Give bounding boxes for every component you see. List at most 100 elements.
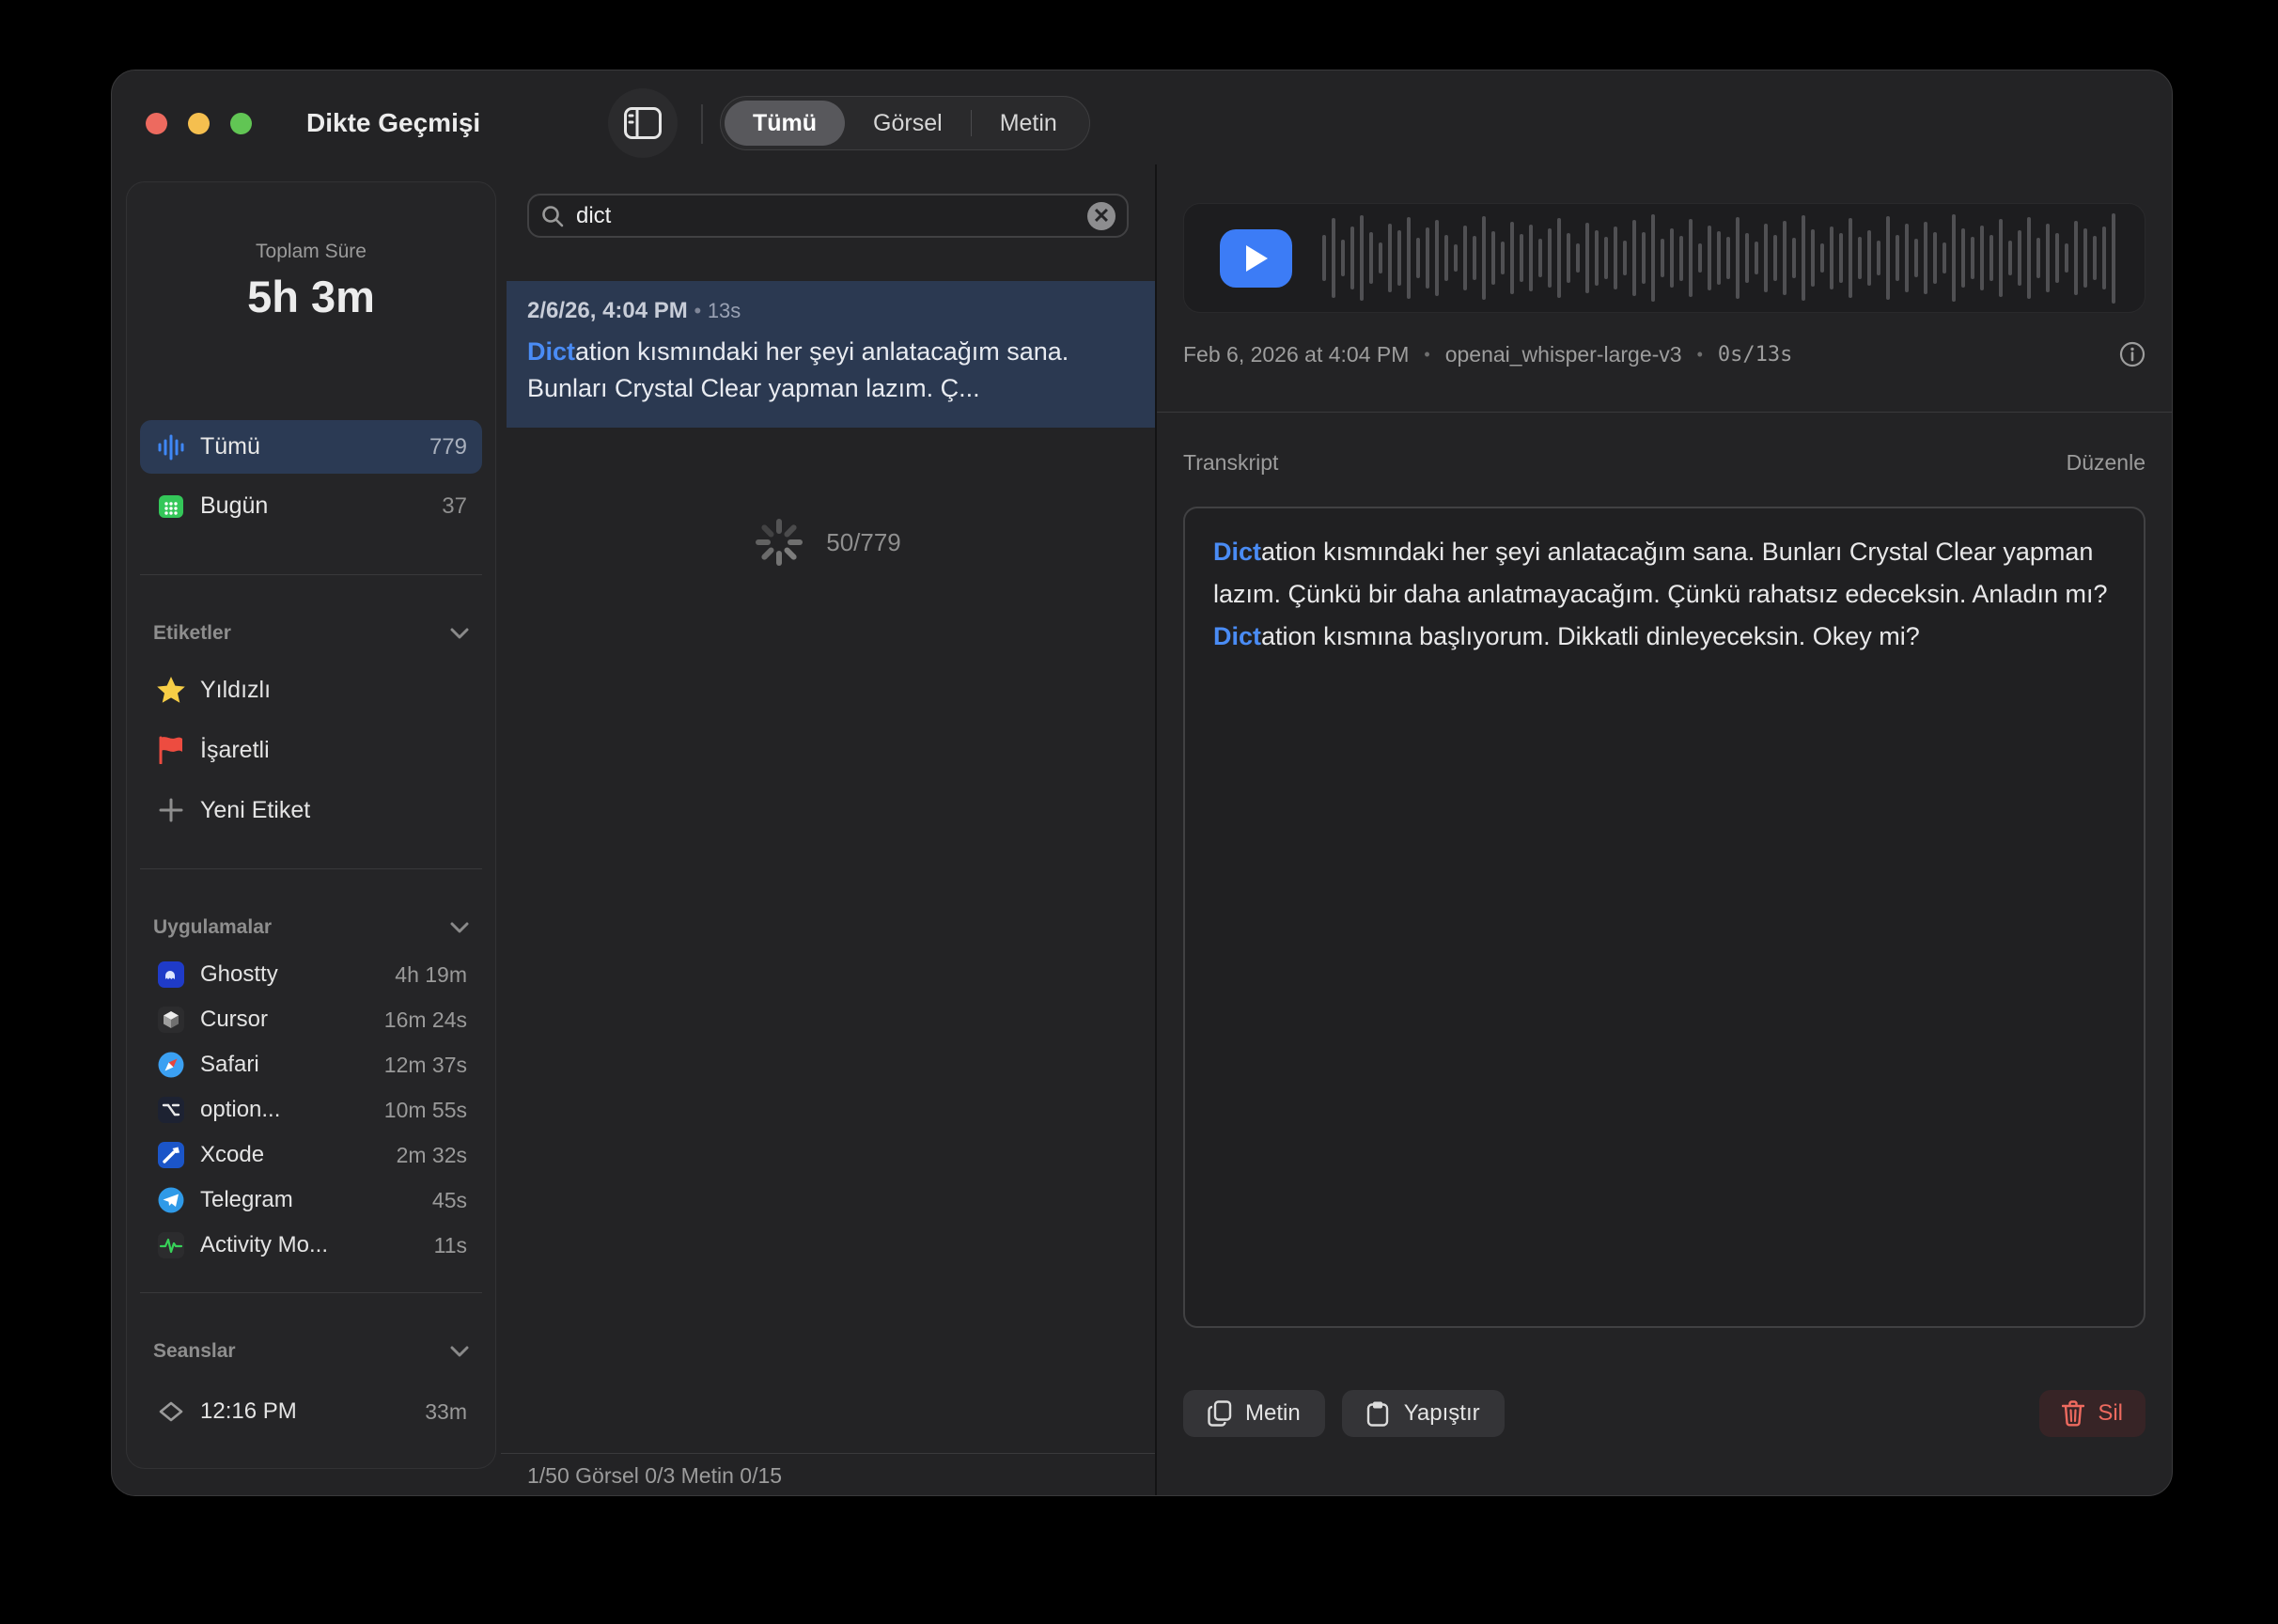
recording-metadata: Feb 6, 2026 at 4:04 PM • openai_whisper-… — [1183, 341, 2145, 367]
sidebar: Toplam Süre 5h 3m Tümü 779 — [126, 181, 496, 1469]
loading-count: 50/779 — [826, 528, 901, 557]
app-row-ghostty[interactable]: Ghostty 4h 19m — [140, 952, 482, 997]
apps-list: Ghostty 4h 19m Cursor 16m 24s — [140, 952, 482, 1268]
library-list: Tümü 779 Bugün 37 — [140, 420, 482, 533]
detail-date: Feb 6, 2026 at 4:04 PM — [1183, 342, 1409, 367]
minimize-window-button[interactable] — [188, 113, 210, 134]
search-input[interactable]: dict — [576, 203, 1087, 229]
recording-item-meta: 2/6/26, 4:04 PM • 13s — [527, 298, 1131, 324]
sidebar-item-label: İşaretli — [200, 737, 270, 764]
app-name: Safari — [200, 1052, 384, 1078]
transcript-header-label: Transkript — [1183, 450, 2067, 476]
waveform-icon — [155, 433, 187, 461]
zoom-window-button[interactable] — [230, 113, 252, 134]
app-row-xcode[interactable]: Xcode 2m 32s — [140, 1132, 482, 1178]
filter-segmented-control: Tümü Görsel Metin — [720, 96, 1090, 150]
sidebar-item-tumu[interactable]: Tümü 779 — [140, 420, 482, 474]
app-row-safari[interactable]: Safari 12m 37s — [140, 1042, 482, 1087]
calendar-icon — [155, 493, 187, 520]
tab-tumu[interactable]: Tümü — [725, 101, 845, 146]
tab-gorsel[interactable]: Görsel — [845, 101, 971, 146]
list-status-bar: 1/50 Görsel 0/3 Metin 0/15 — [501, 1453, 1155, 1496]
new-tag-button[interactable]: Yeni Etiket — [140, 780, 482, 840]
detail-pane: Feb 6, 2026 at 4:04 PM • openai_whisper-… — [1157, 140, 2173, 1496]
app-duration: 12m 37s — [384, 1053, 467, 1078]
play-button[interactable] — [1220, 229, 1292, 288]
total-duration-card: Toplam Süre 5h 3m — [127, 182, 495, 322]
clear-search-icon[interactable]: ✕ — [1087, 202, 1116, 230]
safari-app-icon — [155, 1051, 187, 1079]
apps-header-label: Uygulamalar — [153, 916, 450, 939]
paste-button[interactable]: Yapıştır — [1342, 1390, 1505, 1437]
sidebar-item-isaretli[interactable]: İşaretli — [140, 720, 482, 780]
playback-time: 0s/13s — [1718, 343, 1792, 367]
flag-icon — [155, 736, 187, 764]
app-row-telegram[interactable]: Telegram 45s — [140, 1178, 482, 1223]
loading-spinner-icon — [755, 518, 804, 567]
sidebar-item-label: Yeni Etiket — [200, 797, 310, 824]
sidebar-item-count: 779 — [429, 434, 467, 461]
chevron-down-icon — [450, 628, 469, 639]
search-icon — [540, 204, 565, 228]
app-row-activity-monitor[interactable]: Activity Mo... 11s — [140, 1223, 482, 1268]
edit-button[interactable]: Düzenle — [2067, 450, 2145, 476]
app-duration: 11s — [434, 1233, 467, 1258]
chevron-down-icon — [450, 922, 469, 933]
telegram-app-icon — [155, 1186, 187, 1214]
copy-icon — [1208, 1400, 1232, 1427]
window-title: Dikte Geçmişi — [306, 108, 480, 138]
chevron-down-icon — [450, 1346, 469, 1357]
tags-section-header[interactable]: Etiketler — [153, 622, 469, 645]
app-name: Ghostty — [200, 961, 395, 988]
sidebar-item-bugun[interactable]: Bugün 37 — [140, 479, 482, 533]
session-duration: 33m — [425, 1399, 467, 1425]
session-row[interactable]: 12:16 PM 33m — [140, 1389, 482, 1434]
app-window: Dikte Geçmişi Tümü Görsel Metin Toplam S… — [111, 70, 2173, 1496]
app-duration: 4h 19m — [395, 962, 467, 988]
tab-metin[interactable]: Metin — [972, 101, 1085, 146]
app-row-option[interactable]: option... 10m 55s — [140, 1087, 482, 1132]
audio-player — [1183, 203, 2145, 313]
search-field[interactable]: dict ✕ — [527, 194, 1129, 238]
tags-list: Yıldızlı İşaretli Yeni Etiket — [140, 660, 482, 840]
model-name: openai_whisper-large-v3 — [1445, 342, 1682, 367]
sidebar-item-yildizli[interactable]: Yıldızlı — [140, 660, 482, 720]
xcode-app-icon — [155, 1141, 187, 1169]
total-duration-value: 5h 3m — [127, 271, 495, 322]
meta-dot: • — [1424, 345, 1429, 365]
sidebar-item-label: Bugün — [200, 492, 442, 520]
app-name: Xcode — [200, 1142, 397, 1168]
cursor-app-icon — [155, 1006, 187, 1034]
sidebar-divider — [140, 574, 482, 575]
sidebar-item-label: Yıldızlı — [200, 677, 271, 704]
sidebar-item-count: 37 — [442, 493, 467, 520]
app-duration: 45s — [432, 1188, 467, 1213]
app-name: Activity Mo... — [200, 1232, 434, 1258]
transcript-text[interactable]: Dictation kısmındaki her şeyi anlatacağı… — [1183, 507, 2145, 1328]
app-row-cursor[interactable]: Cursor 16m 24s — [140, 997, 482, 1042]
app-duration: 2m 32s — [397, 1143, 467, 1168]
recording-list-item-selected[interactable]: 2/6/26, 4:04 PM • 13s Dictation kısmında… — [507, 281, 1155, 428]
sidebar-item-label: Tümü — [200, 433, 429, 461]
sessions-section-header[interactable]: Seanslar — [153, 1340, 469, 1363]
plus-icon — [155, 798, 187, 822]
copy-text-button[interactable]: Metin — [1183, 1390, 1325, 1437]
sidebar-divider — [140, 1292, 482, 1293]
loading-row: 50/779 — [501, 518, 1155, 567]
delete-button[interactable]: Sil — [2039, 1390, 2145, 1437]
session-icon — [155, 1398, 187, 1426]
delete-button-label: Sil — [2098, 1400, 2123, 1427]
total-duration-label: Toplam Süre — [127, 241, 495, 263]
list-status-text: 1/50 Görsel 0/3 Metin 0/15 — [527, 1463, 782, 1489]
sidebar-toggle-button[interactable] — [608, 88, 678, 158]
info-icon[interactable] — [2119, 341, 2145, 367]
detail-divider — [1157, 412, 2173, 413]
detail-actions: Metin Yapıştır — [1183, 1390, 2145, 1437]
waveform[interactable] — [1322, 213, 2122, 304]
star-icon — [155, 676, 187, 704]
close-window-button[interactable] — [146, 113, 167, 134]
meta-dot: • — [694, 299, 701, 322]
apps-section-header[interactable]: Uygulamalar — [153, 916, 469, 939]
paste-button-label: Yapıştır — [1404, 1400, 1480, 1427]
app-name: Cursor — [200, 1007, 384, 1033]
